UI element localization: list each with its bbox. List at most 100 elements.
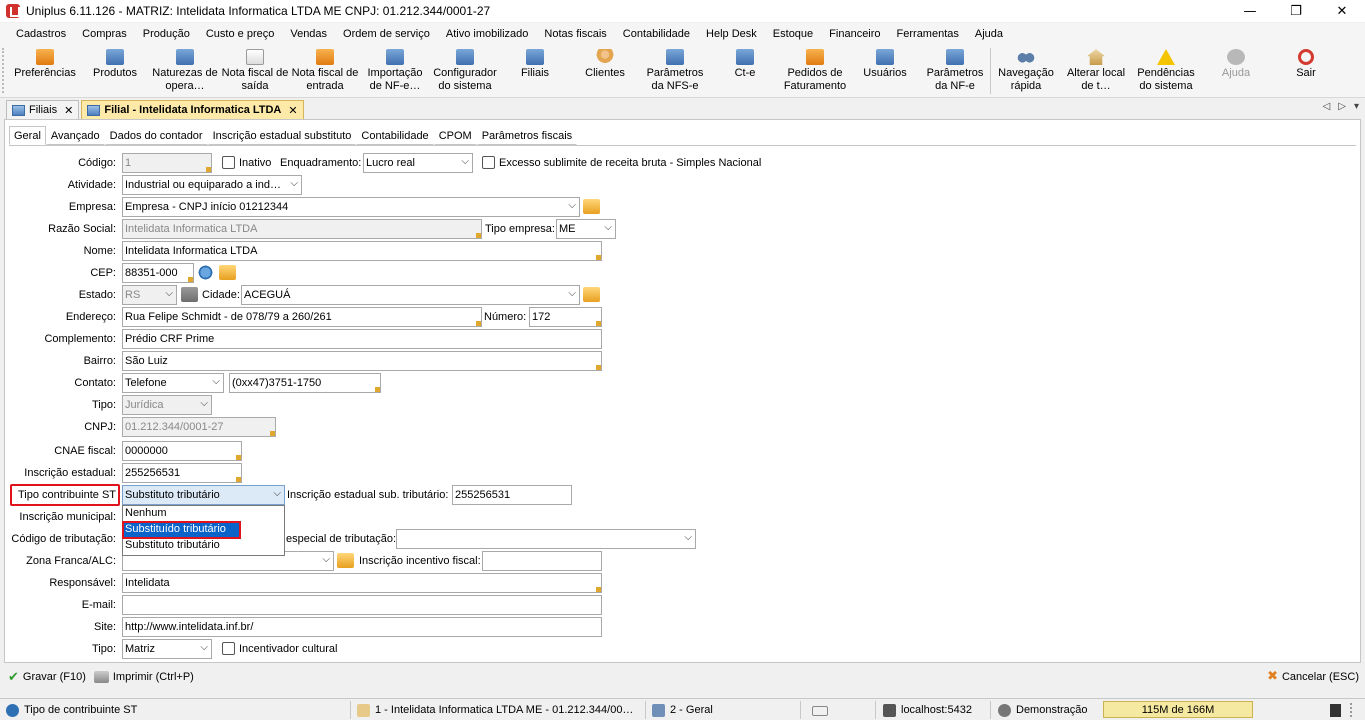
menu-help-desk[interactable]: Help Desk (698, 28, 765, 40)
atividade-select[interactable]: Industrial ou equiparado a ind… ⌵ (122, 175, 302, 195)
incentivador-checkbox[interactable]: Incentivador cultural (222, 642, 337, 655)
toolbar-nf-entrada-button[interactable]: Nota fiscal de entrada (290, 44, 360, 98)
tipo-contribuinte-select[interactable]: Substituto tributário ⌵ (122, 485, 285, 505)
regime-especial-select[interactable]: ⌵ (396, 529, 696, 549)
tab-close-icon[interactable]: ✕ (64, 104, 73, 117)
contato-field[interactable]: (0xx47)3751-1750 (229, 373, 381, 393)
menu-contabilidade[interactable]: Contabilidade (615, 28, 698, 40)
menu-estoque[interactable]: Estoque (765, 28, 821, 40)
trash-icon[interactable] (1330, 704, 1341, 717)
close-button[interactable]: ✕ (1319, 0, 1365, 22)
ie-field[interactable]: 255256531 (122, 463, 242, 483)
menu-producao[interactable]: Produção (135, 28, 198, 40)
save-button[interactable]: ✔ Gravar (F10) (8, 670, 86, 685)
toolbar-pendencias-button[interactable]: Pendências do sistema (1131, 44, 1201, 98)
toolbar-nf-saida-button[interactable]: Nota fiscal de saída (220, 44, 290, 98)
memory-indicator[interactable]: 115M de 166M (1103, 701, 1253, 718)
tipo-empresa-select[interactable]: ME ⌵ (556, 219, 616, 239)
razao-social-field[interactable]: Intelidata Informatica LTDA (122, 219, 482, 239)
toolbar-ajuda-button[interactable]: Ajuda (1201, 44, 1271, 98)
cidade-select[interactable]: ACEGUÁ ⌵ (241, 285, 580, 305)
email-field[interactable] (122, 595, 602, 615)
cancel-button[interactable]: ✖ Cancelar (ESC) (1267, 669, 1359, 684)
tab-next-icon[interactable]: ▷ (1338, 101, 1346, 112)
folder-icon[interactable] (219, 265, 236, 280)
subtab-ie-substituto[interactable]: Inscrição estadual substituto (207, 126, 357, 145)
menu-notas-fiscais[interactable]: Notas fiscais (536, 28, 614, 40)
subtab-avancado[interactable]: Avançado (45, 126, 105, 145)
subtab-contabilidade[interactable]: Contabilidade (356, 126, 434, 145)
cep-field[interactable]: 88351-000 (122, 263, 194, 283)
tab-filial-intelidata[interactable]: Filial - Intelidata Informatica LTDA ✕ (81, 100, 304, 119)
cnpj-field[interactable]: 01.212.344/0001-27 (122, 417, 276, 437)
folder-icon[interactable] (583, 287, 600, 302)
tab-menu-icon[interactable]: ▾ (1354, 101, 1359, 112)
bairro-field[interactable]: São Luiz (122, 351, 602, 371)
toolbar-configurador-button[interactable]: Configurador do sistema (430, 44, 500, 98)
cnae-field[interactable]: 0000000 (122, 441, 242, 461)
estado-select[interactable]: RS ⌵ (122, 285, 177, 305)
menu-vendas[interactable]: Vendas (282, 28, 335, 40)
cep-search-icon[interactable] (197, 265, 214, 280)
status-company[interactable]: 1 - Intelidata Informatica LTDA ME - 01.… (357, 702, 633, 718)
codigo-field[interactable]: 1 (122, 153, 212, 173)
tab-prev-icon[interactable]: ◁ (1323, 101, 1331, 112)
minimize-button[interactable]: — (1227, 0, 1273, 22)
toolbar-pedidos-button[interactable]: Pedidos de Faturamento (780, 44, 850, 98)
menu-ajuda[interactable]: Ajuda (967, 28, 1011, 40)
nome-field[interactable]: Intelidata Informatica LTDA (122, 241, 602, 261)
toolbar-parametros-nfe-button[interactable]: Parâmetros da NF-e (920, 44, 990, 98)
maximize-button[interactable]: ❐ (1273, 0, 1319, 22)
status-module[interactable]: 2 - Geral (652, 702, 713, 718)
responsavel-field[interactable]: Intelidata (122, 573, 602, 593)
dropdown-option-selected[interactable]: Substituído tributário (122, 521, 241, 539)
menu-ordem-servico[interactable]: Ordem de serviço (335, 28, 438, 40)
empresa-select[interactable]: Empresa - CNPJ início 01212344 ⌵ (122, 197, 580, 217)
menu-custo-preco[interactable]: Custo e preço (198, 28, 282, 40)
toolbar-clientes-button[interactable]: Clientes (570, 44, 640, 98)
endereco-field[interactable]: Rua Felipe Schmidt - de 078/79 a 260/261 (122, 307, 482, 327)
excesso-sublimite-checkbox[interactable]: Excesso sublimite de receita bruta - Sim… (482, 156, 761, 169)
toolbar-naturezas-button[interactable]: Naturezas de opera… (150, 44, 220, 98)
menu-ferramentas[interactable]: Ferramentas (889, 28, 967, 40)
toolbar-navegacao-button[interactable]: Navegação rápida (991, 44, 1061, 98)
toolbar-filiais-button[interactable]: Filiais (500, 44, 570, 98)
folder-icon[interactable] (583, 199, 600, 214)
dropdown-option[interactable]: Nenhum (123, 506, 284, 522)
toolbar-preferencias-button[interactable]: Preferências (10, 44, 80, 98)
numero-field[interactable]: 172 (529, 307, 602, 327)
resize-grip[interactable] (1350, 703, 1356, 717)
tipo-pessoa-label: Tipo: (91, 399, 116, 411)
subtab-cpom[interactable]: CPOM (433, 126, 477, 145)
toolbar-usuarios-button[interactable]: Usuários (850, 44, 920, 98)
truck-icon[interactable] (181, 287, 198, 302)
menu-financeiro[interactable]: Financeiro (821, 28, 888, 40)
contato-type-select[interactable]: Telefone ⌵ (122, 373, 224, 393)
subtab-geral[interactable]: Geral (9, 126, 46, 145)
subtab-parametros-fiscais[interactable]: Parâmetros fiscais (476, 126, 578, 145)
tab-filiais[interactable]: Filiais ✕ (6, 100, 80, 119)
toolbar-cte-button[interactable]: Ct-e (710, 44, 780, 98)
menu-compras[interactable]: Compras (74, 28, 135, 40)
site-field[interactable]: http://www.intelidata.inf.br/ (122, 617, 602, 637)
dropdown-option[interactable]: Substituto tributário (123, 538, 284, 554)
subtab-dados-contador[interactable]: Dados do contador (104, 126, 208, 145)
toolbar-parametros-nfse-button[interactable]: Parâmetros da NFS-e (640, 44, 710, 98)
inativo-checkbox[interactable]: Inativo (222, 156, 271, 169)
toolbar-alterar-local-button[interactable]: Alterar local de t… (1061, 44, 1131, 98)
folder-icon[interactable] (337, 553, 354, 568)
tab-close-icon[interactable]: ✕ (288, 104, 297, 117)
print-button[interactable]: Imprimir (Ctrl+P) (93, 671, 194, 683)
toolbar-importacao-nfe-button[interactable]: Importação de NF-e… (360, 44, 430, 98)
toolbar-produtos-button[interactable]: Produtos (80, 44, 150, 98)
incentivo-field[interactable] (482, 551, 602, 571)
window-icon (12, 104, 25, 116)
tipo-select[interactable]: Matriz ⌵ (122, 639, 212, 659)
ie-sub-field[interactable]: 255256531 (452, 485, 572, 505)
menu-cadastros[interactable]: Cadastros (8, 28, 74, 40)
toolbar-sair-button[interactable]: Sair (1271, 44, 1341, 98)
menu-ativo-imobilizado[interactable]: Ativo imobilizado (438, 28, 537, 40)
complemento-field[interactable]: Prédio CRF Prime (122, 329, 602, 349)
enquadramento-select[interactable]: Lucro real ⌵ (363, 153, 473, 173)
tipo-pessoa-select[interactable]: Jurídica ⌵ (122, 395, 212, 415)
